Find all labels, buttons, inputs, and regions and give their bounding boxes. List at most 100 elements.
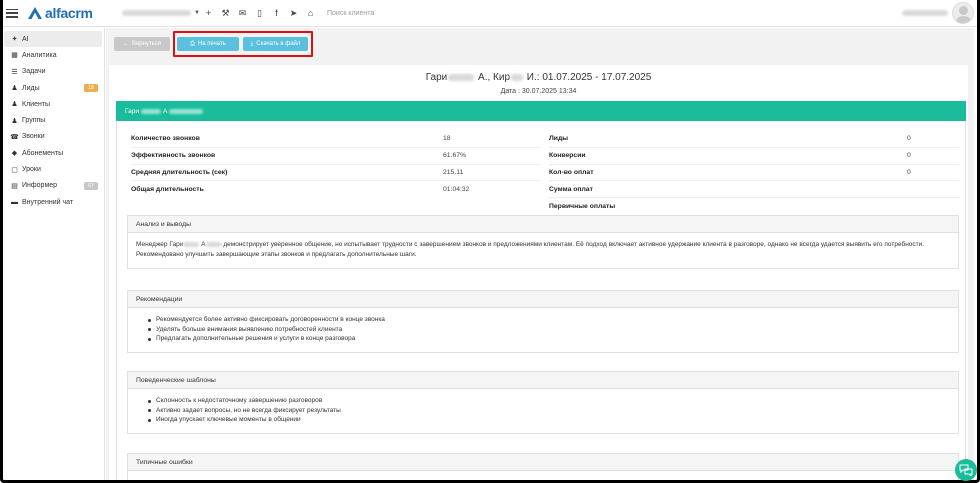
metric-row: Кол-во оплат 0 bbox=[549, 165, 959, 182]
list-item: Склонность к недостаточному завершению р… bbox=[148, 396, 950, 406]
chat-bubbles-icon bbox=[959, 464, 973, 476]
sidebar-item-7[interactable]: ☎ Звонки bbox=[0, 129, 104, 145]
phone-icon: ☎ bbox=[10, 133, 19, 141]
metric-value: 0 bbox=[907, 152, 911, 160]
metric-label: Первичные оплаты bbox=[549, 203, 616, 211]
add-icon[interactable]: + bbox=[200, 0, 217, 27]
metric-label: Общая длительность bbox=[131, 186, 204, 194]
analysis-text-part: Менеджер Гари bbox=[136, 241, 184, 248]
sidebar-item-label: Внутренний чат bbox=[22, 198, 74, 206]
sidebar-item-6[interactable]: ♟ Группы bbox=[0, 112, 104, 128]
metric-value: 0 bbox=[907, 135, 911, 143]
user-name-redacted bbox=[902, 10, 948, 16]
metric-value: 18 bbox=[443, 135, 451, 143]
list-item: Иногда упускает ключевые моменты в общен… bbox=[148, 415, 950, 425]
metric-row: Общая длительность 01:04:32 bbox=[131, 181, 541, 198]
sidebar-item-label: Задачи bbox=[22, 68, 46, 76]
list-icon: ☰ bbox=[11, 68, 18, 76]
branch-selector[interactable]: ▼ bbox=[122, 9, 200, 17]
branch-name-redacted bbox=[122, 10, 192, 16]
calendar-icon: ▢ bbox=[11, 166, 18, 174]
title-part: Гари bbox=[425, 72, 448, 83]
sidebar-item-label: Группы bbox=[22, 117, 46, 125]
metric-value: 61.67% bbox=[443, 152, 467, 160]
sidebar-item-label: Аналитика bbox=[22, 51, 57, 59]
metrics-left: Количество звонков 18 Эффективность звонко… bbox=[131, 131, 541, 198]
title-part: А., Кир bbox=[478, 72, 511, 83]
report-date: Дата : 30.07.2025 13:34 bbox=[500, 88, 577, 95]
metric-value: 215.11 bbox=[443, 168, 464, 176]
chat-icon: ▬ bbox=[11, 198, 18, 206]
inbox-icon: ▤ bbox=[11, 182, 18, 190]
metric-row: Конверсии 0 bbox=[549, 148, 959, 165]
metric-label: Конверсии bbox=[549, 152, 586, 160]
sidebar-item-4[interactable]: ♟ Лиды 18 bbox=[0, 80, 104, 96]
user-icon: ♟ bbox=[11, 101, 18, 109]
toolbar: + ⚒ ✉ ▯ f ➤ ⌂ bbox=[200, 0, 319, 27]
grid-icon: ▦ bbox=[11, 52, 18, 60]
mistakes-section: Типичные ошибки bbox=[127, 453, 959, 483]
report-title: Гари А., Кир И.: 01.07.2025 - 17.07.2025 bbox=[109, 72, 968, 83]
manager-panel-body: Количество звонков 18 Эффективность звонко… bbox=[116, 121, 966, 483]
list-item: Активно задает вопросы, но не всегда фик… bbox=[148, 406, 950, 416]
user-plus-icon: ♟ bbox=[11, 85, 18, 93]
top-bar: alfacrm ▼ + ⚒ ✉ ▯ f ➤ ⌂ bbox=[0, 0, 980, 27]
sidebar-item-2[interactable]: ▦ Аналитика bbox=[0, 47, 104, 63]
list-item: Уделять больше внимания выявлению потреб… bbox=[148, 325, 950, 335]
user-menu[interactable] bbox=[902, 2, 974, 24]
sidebar-item-label: Клиенты bbox=[22, 100, 51, 108]
name-redacted bbox=[511, 73, 524, 81]
logo[interactable]: alfacrm bbox=[28, 0, 112, 27]
tag-icon: ◆ bbox=[11, 150, 18, 158]
sidebar-item-label: AI bbox=[22, 35, 29, 43]
metric-value: 01:04:32 bbox=[443, 186, 470, 194]
menu-icon[interactable] bbox=[6, 8, 18, 18]
metric-label: Средняя длительность (сек) bbox=[131, 168, 228, 176]
support-chat-button[interactable] bbox=[955, 459, 977, 481]
analysis-text: Менеджер Гари А демонстрирует уверенное … bbox=[128, 233, 958, 268]
metric-label: Лиды bbox=[549, 135, 569, 143]
metric-label: Сумма оплат bbox=[549, 185, 593, 193]
list-item: Рекомендуется более активно фиксировать … bbox=[148, 315, 950, 325]
metric-label: Эффективность звонков bbox=[131, 152, 216, 160]
sidebar-item-label: Абонементы bbox=[22, 149, 64, 157]
sidebar-item-9[interactable]: ▢ Уроки bbox=[0, 161, 104, 177]
main-content: ← Вернуться ⎙ На печать ⤓ Скачать в файл… bbox=[106, 28, 974, 483]
sidebar-item-3[interactable]: ☰ Задачи bbox=[0, 64, 104, 80]
list-item: Предлагать дополнительные решения и услу… bbox=[148, 334, 950, 344]
name-redacted bbox=[448, 73, 475, 81]
users-icon: ♟ bbox=[11, 117, 18, 125]
sidebar-item-1[interactable]: ✦ AI bbox=[4, 31, 102, 48]
metrics-right: Лиды 0 Конверсии 0 Кол-во оплат 0 Сумма оплат П… bbox=[549, 131, 959, 215]
back-button[interactable]: ← Вернуться bbox=[114, 37, 170, 51]
metric-value: 0 bbox=[907, 168, 911, 176]
bell-icon[interactable]: ⌂ bbox=[302, 0, 319, 27]
facebook-icon[interactable]: f bbox=[268, 0, 285, 27]
recommendations-section: Рекомендации Рекомендуется более активно… bbox=[127, 290, 959, 353]
wrench-icon[interactable]: ⚒ bbox=[217, 0, 234, 27]
arrow-left-icon: ← bbox=[122, 41, 129, 47]
metric-label: Кол-во оплат bbox=[549, 168, 594, 176]
sidebar-item-label: Звонки bbox=[22, 133, 45, 141]
phone-icon[interactable]: ▯ bbox=[251, 0, 268, 27]
logo-text: alfacrm bbox=[45, 5, 93, 21]
logo-mark-icon bbox=[28, 7, 42, 19]
metric-row: Лиды 0 bbox=[549, 131, 959, 148]
metric-label: Количество звонков bbox=[131, 135, 200, 143]
name-redacted bbox=[169, 108, 204, 114]
sidebar-item-8[interactable]: ◆ Абонементы bbox=[0, 145, 104, 161]
back-button-label: Вернуться bbox=[131, 41, 162, 47]
sidebar-item-11[interactable]: ▬ Внутренний чат bbox=[0, 194, 104, 210]
sidebar-item-10[interactable]: ▤ Информер 67 bbox=[0, 178, 104, 194]
telegram-icon[interactable]: ➤ bbox=[285, 0, 302, 27]
count-badge: 67 bbox=[84, 181, 98, 190]
avatar[interactable] bbox=[952, 2, 974, 24]
report-card: Гари А., Кир И.: 01.07.2025 - 17.07.2025… bbox=[109, 65, 968, 483]
recommendations-body: Рекомендуется более активно фиксировать … bbox=[128, 308, 958, 352]
sidebar-item-5[interactable]: ♟ Клиенты bbox=[0, 96, 104, 112]
count-badge: 18 bbox=[84, 83, 98, 92]
highlight-box bbox=[173, 31, 313, 57]
search-input[interactable] bbox=[327, 9, 477, 17]
mail-icon[interactable]: ✉ bbox=[234, 0, 251, 27]
sidebar-item-label: Информер bbox=[22, 182, 58, 190]
